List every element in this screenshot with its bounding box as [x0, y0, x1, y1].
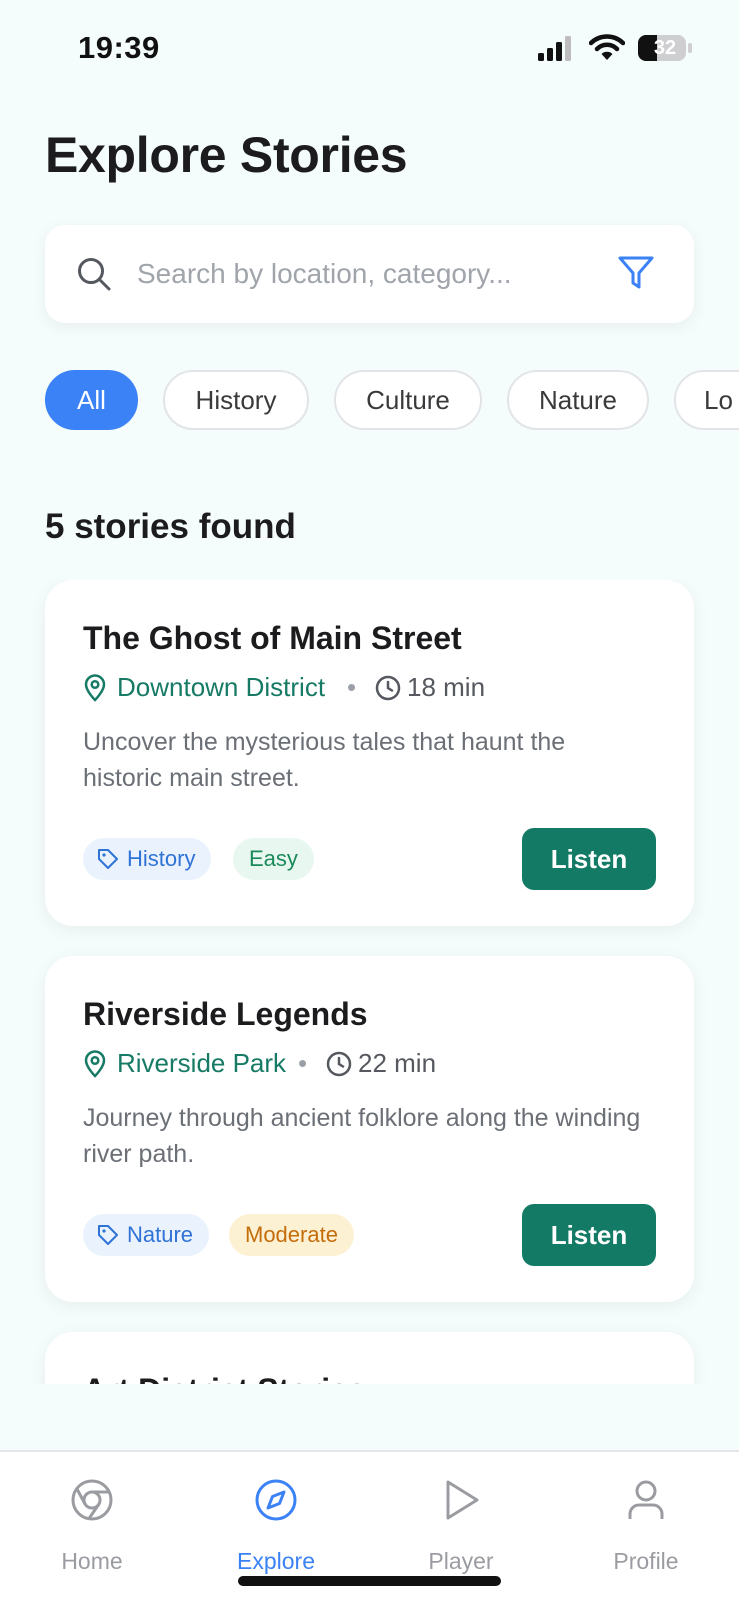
- story-meta: Riverside Park • 22 min: [83, 1048, 663, 1080]
- search-icon: [78, 258, 111, 291]
- tag-icon: [98, 1225, 118, 1245]
- story-description: Uncover the mysterious tales that haunt …: [83, 728, 566, 792]
- clock-icon: [375, 675, 401, 701]
- story-duration: 22 min: [358, 1048, 437, 1078]
- difficulty-badge: Easy: [233, 838, 314, 880]
- story-location: Riverside Park: [117, 1048, 287, 1078]
- results-count: 5 stories found: [45, 507, 296, 546]
- status-bar: 19:39 32: [0, 0, 739, 100]
- clock-icon: [326, 1051, 352, 1077]
- meta-separator: •: [298, 1048, 308, 1078]
- nav-explore-label: Explore: [237, 1548, 315, 1574]
- story-title: Riverside Legends: [83, 996, 368, 1032]
- story-duration: 18 min: [407, 672, 486, 702]
- listen-button[interactable]: Listen: [522, 828, 656, 890]
- category-tag-label: History: [127, 846, 196, 871]
- wifi-icon: [589, 34, 625, 60]
- category-tag: History: [83, 838, 212, 880]
- story-title: The Ghost of Main Street: [83, 620, 462, 656]
- story-card[interactable]: Riverside Legends Riverside Park • 22 mi…: [45, 956, 694, 1302]
- story-meta: Downtown District • 18 min: [83, 672, 663, 704]
- chip-history[interactable]: History: [163, 370, 309, 430]
- nav-explore[interactable]: Explore: [184, 1452, 368, 1582]
- story-card[interactable]: Art District Stories: [45, 1332, 694, 1384]
- chip-more[interactable]: Lo: [674, 370, 739, 430]
- category-filters: All History Culture Nature Lo: [45, 370, 739, 432]
- home-indicator: [238, 1576, 501, 1586]
- category-tag-label: Nature: [127, 1222, 194, 1247]
- nav-profile-label: Profile: [613, 1548, 679, 1574]
- battery-level: 32: [653, 37, 677, 59]
- meta-separator: •: [347, 672, 357, 702]
- page-title: Explore Stories: [45, 127, 408, 183]
- play-icon: [446, 1480, 479, 1520]
- location-pin-icon: [84, 674, 106, 702]
- search-input[interactable]: [137, 245, 587, 303]
- chip-culture[interactable]: Culture: [334, 370, 482, 430]
- nav-player[interactable]: Player: [369, 1452, 553, 1582]
- location-pin-icon: [84, 1050, 106, 1078]
- user-icon: [628, 1480, 664, 1519]
- filter-icon[interactable]: [617, 255, 655, 291]
- chip-nature[interactable]: Nature: [507, 370, 649, 430]
- difficulty-badge: Moderate: [229, 1214, 354, 1256]
- story-title: Art District Stories: [83, 1372, 366, 1384]
- search-bar[interactable]: [45, 225, 694, 323]
- compass-icon: [255, 1479, 297, 1521]
- status-time: 19:39: [78, 30, 160, 65]
- signal-icon: [538, 36, 571, 61]
- nav-profile[interactable]: Profile: [554, 1452, 738, 1582]
- chip-all[interactable]: All: [45, 370, 138, 430]
- story-description: Journey through ancient folklore along t…: [83, 1104, 641, 1168]
- category-tag: Nature: [83, 1214, 210, 1256]
- story-location: Downtown District: [117, 672, 326, 702]
- listen-button[interactable]: Listen: [522, 1204, 656, 1266]
- story-card[interactable]: The Ghost of Main Street Downtown Distri…: [45, 580, 694, 926]
- tag-icon: [98, 849, 118, 869]
- nav-home[interactable]: Home: [0, 1452, 184, 1582]
- nav-player-label: Player: [428, 1548, 494, 1574]
- home-icon: [71, 1479, 113, 1521]
- nav-home-label: Home: [61, 1548, 123, 1574]
- story-list[interactable]: The Ghost of Main Street Downtown Distri…: [0, 580, 739, 1384]
